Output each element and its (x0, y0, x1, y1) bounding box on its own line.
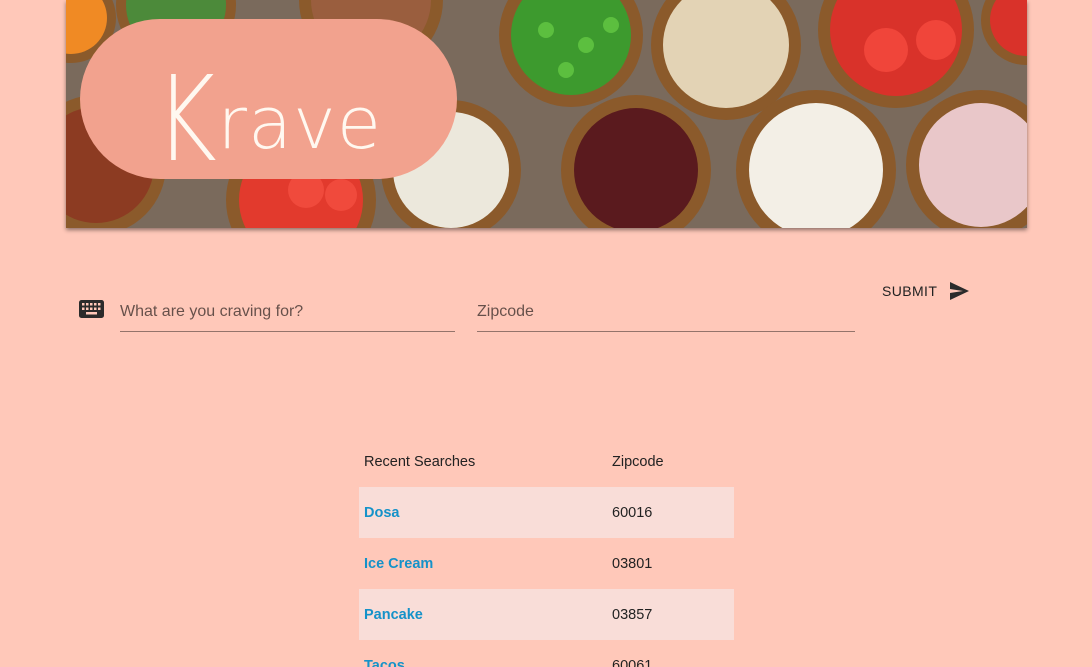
food-link-tacos[interactable]: Tacos (364, 658, 405, 667)
column-header-zipcode: Zipcode (612, 454, 664, 470)
food-link-ice-cream[interactable]: Ice Cream (364, 556, 433, 572)
table-row: Tacos 60061 (359, 640, 734, 667)
logo-badge[interactable]: Krave (80, 19, 457, 188)
food-cell: Dosa (359, 487, 607, 538)
page: Krave SUBMIT Recent Searches (0, 0, 1092, 667)
craving-field (120, 285, 455, 332)
food-link-dosa[interactable]: Dosa (364, 505, 399, 521)
food-link-pancake[interactable]: Pancake (364, 607, 423, 623)
zipcode-cell: 60016 (607, 487, 734, 538)
table-header-row: Recent Searches Zipcode (359, 437, 734, 487)
table-row: Pancake 03857 (359, 589, 734, 640)
food-cell: Ice Cream (359, 538, 607, 589)
food-cell: Tacos (359, 640, 607, 667)
zipcode-cell: 60061 (612, 657, 653, 667)
logo: Krave (154, 50, 383, 188)
craving-input[interactable] (120, 303, 455, 321)
table-row: Ice Cream 03801 (359, 538, 734, 589)
zipcode-cell: 03801 (612, 555, 653, 572)
column-header-recent-searches: Recent Searches (364, 454, 476, 470)
recent-searches-table: Recent Searches Zipcode Dosa 60016 Ice C… (359, 437, 734, 667)
header-banner: Krave (66, 0, 1027, 228)
zipcode-cell: 03857 (607, 589, 734, 640)
table-row: Dosa 60016 (359, 487, 734, 538)
food-cell: Pancake (359, 589, 607, 640)
send-icon (950, 282, 970, 300)
keyboard-icon (79, 300, 104, 318)
submit-button[interactable]: SUBMIT (872, 276, 979, 306)
zipcode-field (477, 285, 855, 332)
zipcode-input[interactable] (477, 303, 855, 321)
submit-label: SUBMIT (882, 283, 938, 299)
